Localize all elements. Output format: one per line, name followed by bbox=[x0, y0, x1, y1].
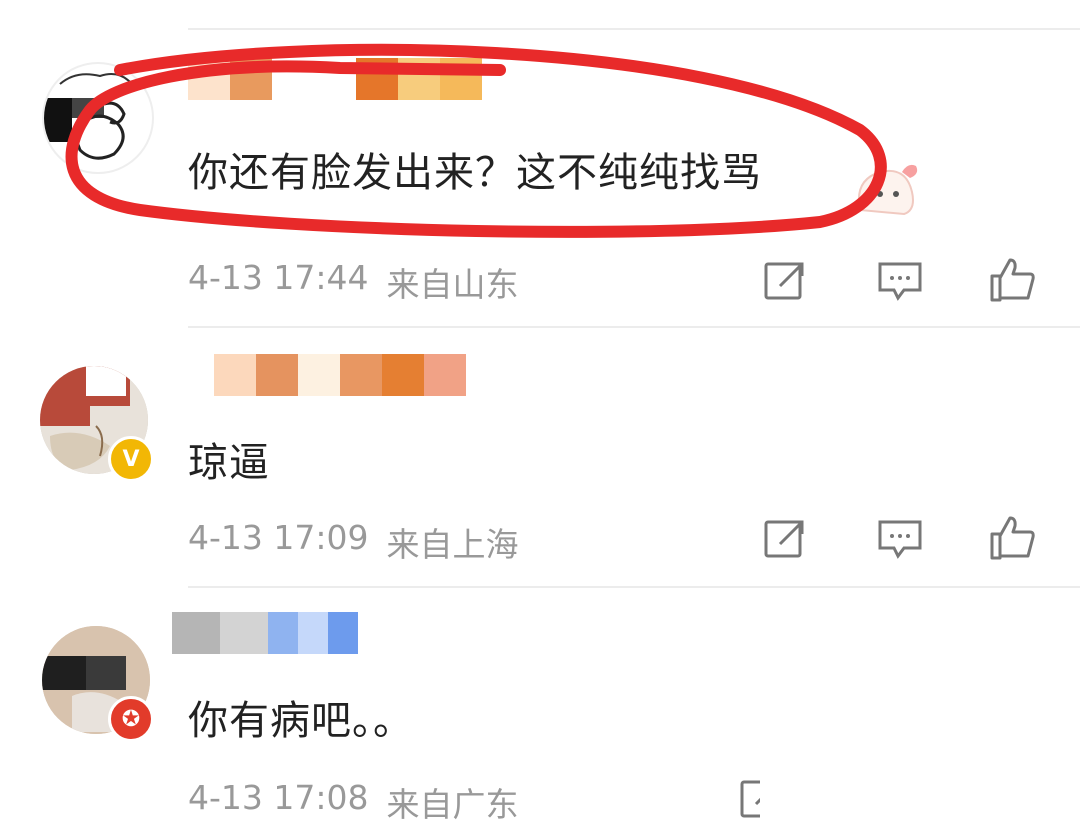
pixel-block bbox=[356, 58, 398, 100]
pixel-block bbox=[340, 354, 382, 396]
comment-location: 来自上海 bbox=[386, 525, 519, 564]
comment-text: 琼逼 bbox=[188, 440, 270, 486]
comment-icon bbox=[878, 262, 922, 301]
comment-text: 你还有脸发出来？这不纯纯找骂 bbox=[188, 150, 762, 196]
pixel-block bbox=[272, 58, 314, 100]
pixel-block bbox=[298, 612, 328, 654]
pixel-block bbox=[220, 612, 268, 654]
avatar[interactable] bbox=[42, 62, 154, 174]
comment-button[interactable] bbox=[876, 514, 924, 562]
repost-button[interactable] bbox=[760, 256, 808, 304]
red-circle-annotation bbox=[65, 43, 887, 238]
pixel-block bbox=[230, 58, 272, 100]
top-divider bbox=[188, 28, 1080, 30]
like-button[interactable] bbox=[988, 514, 1036, 562]
username-blurred[interactable] bbox=[214, 354, 466, 396]
repost-icon bbox=[764, 520, 804, 558]
comment-time: 4-13 17:08 bbox=[188, 778, 369, 817]
repost-button[interactable] bbox=[736, 774, 760, 822]
pixel-block bbox=[328, 612, 358, 654]
divider bbox=[188, 326, 1080, 328]
like-button[interactable] bbox=[988, 256, 1036, 304]
sticker-bunny-icon bbox=[858, 164, 918, 216]
orange-v-badge: ✪ bbox=[108, 696, 154, 742]
divider bbox=[188, 586, 1080, 588]
comment-location: 来自山东 bbox=[386, 265, 519, 304]
pixel-block bbox=[298, 354, 340, 396]
username-blurred[interactable] bbox=[188, 58, 482, 100]
pixel-block bbox=[268, 612, 298, 654]
like-icon bbox=[990, 516, 1035, 560]
comment-button[interactable] bbox=[876, 256, 924, 304]
comment-time: 4-13 17:44 bbox=[188, 258, 369, 297]
pixel-block bbox=[172, 612, 220, 654]
pixel-block bbox=[214, 354, 256, 396]
verified-badge: V bbox=[108, 436, 154, 482]
comment-location: 来自广东 bbox=[386, 785, 519, 824]
like-icon bbox=[990, 258, 1035, 302]
pixel-block bbox=[382, 354, 424, 396]
pixel-block bbox=[188, 58, 230, 100]
comment-text: 你有病吧。。 bbox=[188, 698, 414, 744]
username-blurred[interactable] bbox=[172, 612, 358, 654]
repost-button[interactable] bbox=[760, 514, 808, 562]
repost-icon bbox=[764, 262, 804, 300]
pixel-block bbox=[256, 354, 298, 396]
pixel-block bbox=[314, 58, 356, 100]
comment-icon bbox=[878, 520, 922, 559]
pixel-block bbox=[440, 58, 482, 100]
pixel-block bbox=[398, 58, 440, 100]
repost-icon bbox=[740, 780, 760, 818]
pixel-block bbox=[424, 354, 466, 396]
comment-time: 4-13 17:09 bbox=[188, 518, 369, 557]
